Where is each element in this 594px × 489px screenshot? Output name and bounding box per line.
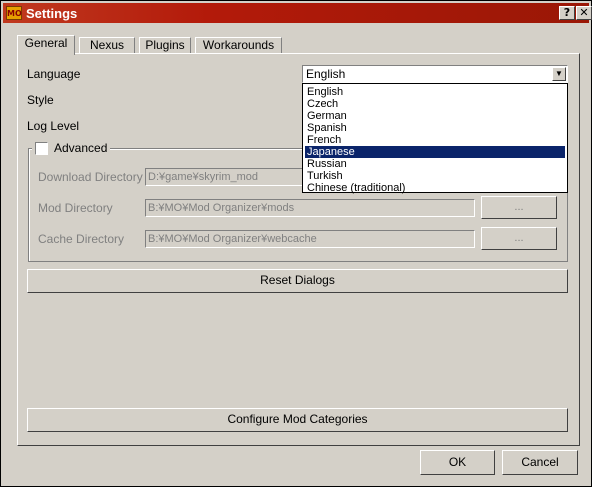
language-select[interactable]: English ▼	[302, 65, 568, 83]
mod-directory-browse-button[interactable]: ...	[481, 196, 557, 219]
tab-plugins[interactable]: Plugins	[139, 37, 191, 54]
language-option-czech[interactable]: Czech	[305, 98, 565, 110]
cache-directory-field[interactable]: B:¥MO¥Mod Organizer¥webcache	[145, 230, 475, 248]
cache-directory-label: Cache Directory	[38, 232, 125, 246]
download-directory-label: Download Directory	[38, 170, 143, 184]
mod-directory-label: Mod Directory	[38, 201, 113, 215]
close-button[interactable]: ✕	[576, 6, 592, 20]
style-label: Style	[27, 93, 54, 107]
log-level-label: Log Level	[27, 119, 80, 133]
advanced-label: Advanced	[54, 141, 108, 155]
language-option-japanese[interactable]: Japanese	[305, 146, 565, 158]
advanced-checkbox-row[interactable]: Advanced	[32, 140, 110, 156]
help-button[interactable]: ?	[559, 6, 575, 20]
app-icon: MO	[6, 6, 22, 20]
language-option-french[interactable]: French	[305, 134, 565, 146]
ok-button[interactable]: OK	[420, 450, 495, 475]
configure-mod-categories-button[interactable]: Configure Mod Categories	[27, 408, 568, 432]
tab-workarounds[interactable]: Workarounds	[195, 37, 282, 54]
window-title: Settings	[26, 6, 78, 21]
language-option-english[interactable]: English	[305, 86, 565, 98]
settings-window: MO Settings ? ✕ General Nexus Plugins Wo…	[0, 0, 592, 487]
language-option-spanish[interactable]: Spanish	[305, 122, 565, 134]
language-option-turkish[interactable]: Turkish	[305, 170, 565, 182]
download-directory-field[interactable]: D:¥game¥skyrim_mod	[145, 168, 305, 186]
chevron-down-icon[interactable]: ▼	[552, 67, 566, 81]
language-label: Language	[27, 67, 81, 81]
language-option-german[interactable]: German	[305, 110, 565, 122]
tab-nexus[interactable]: Nexus	[79, 37, 135, 54]
cancel-button[interactable]: Cancel	[502, 450, 578, 475]
tab-general[interactable]: General	[17, 35, 75, 55]
mod-directory-field[interactable]: B:¥MO¥Mod Organizer¥mods	[145, 199, 475, 217]
reset-dialogs-button[interactable]: Reset Dialogs	[27, 269, 568, 293]
language-dropdown-list: English Czech German Spanish French Japa…	[302, 83, 568, 194]
title-bar[interactable]: MO Settings ? ✕	[3, 3, 592, 23]
cache-directory-browse-button[interactable]: ...	[481, 227, 557, 250]
advanced-checkbox[interactable]	[35, 142, 48, 155]
language-option-russian[interactable]: Russian	[305, 158, 565, 170]
language-select-value: English	[306, 67, 346, 81]
language-option-chinese-traditional[interactable]: Chinese (traditional)	[305, 182, 565, 194]
